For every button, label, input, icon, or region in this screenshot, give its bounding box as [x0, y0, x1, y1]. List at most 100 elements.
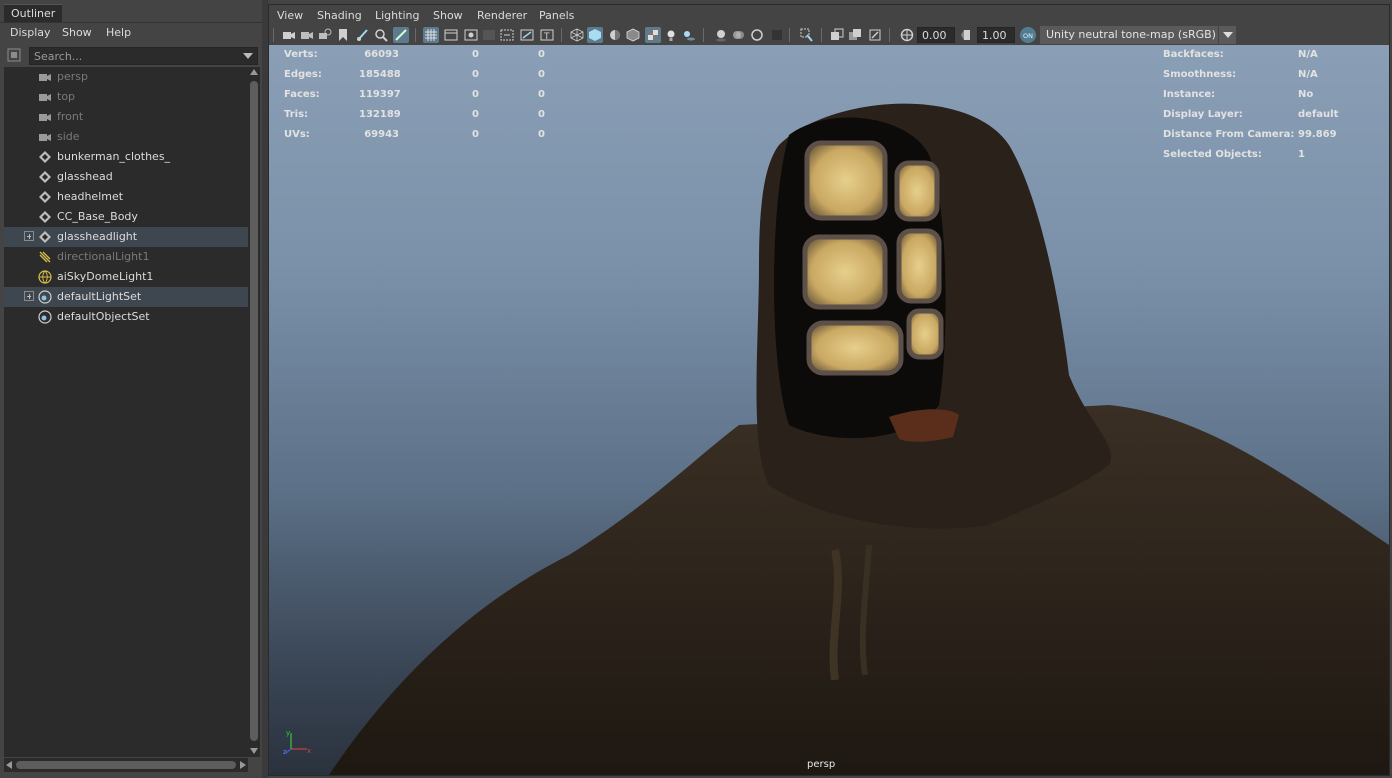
hud-stat-label: Edges: [284, 69, 322, 80]
toolbar-separator [561, 28, 562, 42]
menu-display[interactable]: Display [10, 26, 51, 39]
outliner-item-label: defaultObjectSet [57, 310, 150, 323]
scroll-down-icon[interactable] [250, 748, 258, 754]
menu-renderer[interactable]: Renderer [477, 9, 527, 22]
outliner-item-glassheadlight[interactable]: glassheadlight [4, 227, 248, 247]
default-material-icon[interactable] [607, 27, 623, 43]
exposure-icon[interactable] [899, 27, 915, 43]
filter-icon[interactable] [6, 47, 22, 63]
gate-mask-icon[interactable] [481, 27, 497, 43]
outliner-item-headhelmet[interactable]: headhelmet [4, 187, 248, 207]
hud-stat-label: Tris: [284, 109, 309, 120]
outliner-item-top[interactable]: top [4, 87, 248, 107]
color-management-toggle-icon[interactable]: ON [1020, 27, 1036, 43]
isolate-select-icon[interactable] [799, 27, 815, 43]
gamma-field[interactable]: 1.00 [977, 27, 1015, 43]
outliner-item-aiskydomelight1[interactable]: aiSkyDomeLight1 [4, 267, 248, 287]
outliner-search-row: Search... [0, 45, 262, 67]
scroll-up-icon[interactable] [250, 69, 258, 75]
select-camera-icon[interactable] [281, 27, 297, 43]
xray-active-components-icon[interactable] [847, 27, 863, 43]
use-all-lights-icon[interactable] [663, 27, 679, 43]
xray-icon[interactable] [829, 27, 845, 43]
hud-stat-selected: 0 [472, 69, 479, 80]
outliner-item-bunkerman-clothes[interactable]: bunkerman_clothes_ [4, 147, 248, 167]
wireframe-icon[interactable] [569, 27, 585, 43]
outliner-item-defaultlightset[interactable]: defaultLightSet [4, 287, 248, 307]
hud-stat-selected: 0 [472, 49, 479, 60]
safe-action-icon[interactable] [519, 27, 535, 43]
exposure-field[interactable]: 0.00 [917, 27, 955, 43]
film-gate-icon[interactable] [443, 27, 459, 43]
outliner-item-front[interactable]: front [4, 107, 248, 127]
outliner-item-directionallight1[interactable]: directionalLight1 [4, 247, 248, 267]
outliner-tab[interactable]: Outliner [4, 4, 63, 22]
depth-of-field-icon[interactable] [769, 27, 785, 43]
xray-joints-icon[interactable] [867, 27, 883, 43]
menu-lighting[interactable]: Lighting [375, 9, 419, 22]
outliner-vertical-scrollbar[interactable] [248, 67, 260, 757]
safe-title-icon[interactable]: T [539, 27, 555, 43]
scroll-left-icon[interactable] [6, 761, 12, 769]
screen-space-ao-icon[interactable] [713, 27, 729, 43]
2d-pan-zoom-icon[interactable] [393, 27, 409, 43]
outliner-item-label: CC_Base_Body [57, 210, 138, 223]
search-input[interactable]: Search... [29, 47, 258, 65]
outliner-horizontal-scrollbar[interactable] [4, 758, 248, 772]
hud-detail-value: default [1298, 109, 1339, 120]
outliner-item-side[interactable]: side [4, 127, 248, 147]
mesh-icon [39, 211, 51, 223]
field-chart-icon[interactable] [499, 27, 515, 43]
view-transform-dropdown-icon[interactable] [1218, 26, 1236, 44]
resolution-gate-icon[interactable] [463, 27, 479, 43]
menu-help[interactable]: Help [106, 26, 131, 39]
hud-detail-value: N/A [1298, 49, 1318, 60]
camera-attributes-icon[interactable] [299, 27, 315, 43]
view-transform-select[interactable]: Unity neutral tone-map (sRGB) [1040, 26, 1236, 44]
bookmark-icon[interactable] [335, 27, 351, 43]
outliner-item-persp[interactable]: persp [4, 67, 248, 87]
hud-detail-value: 99.869 [1298, 129, 1337, 140]
menu-shading[interactable]: Shading [317, 9, 362, 22]
bookmark-camera-icon[interactable] [317, 27, 333, 43]
mesh-icon [39, 171, 51, 183]
smooth-shade-icon[interactable] [587, 27, 603, 43]
hud-stat-value: 132189 [359, 109, 401, 120]
hud-stat-value: 185488 [359, 69, 401, 80]
mesh-icon [39, 191, 51, 203]
anti-aliasing-icon[interactable] [749, 27, 765, 43]
textured-icon[interactable] [645, 27, 661, 43]
motion-blur-icon[interactable] [731, 27, 747, 43]
hud-detail-label: Display Layer: [1163, 109, 1243, 120]
svg-text:x: x [307, 747, 311, 755]
outliner-panel: Outliner Display Show Help Search... per… [0, 0, 262, 778]
menu-show[interactable]: Show [62, 26, 92, 39]
wireframe-on-shaded-icon[interactable] [625, 27, 641, 43]
outliner-menubar: Display Show Help [0, 22, 262, 42]
toolbar-separator [821, 28, 822, 42]
outliner-item-cc-base-body[interactable]: CC_Base_Body [4, 207, 248, 227]
shadows-icon[interactable] [681, 27, 697, 43]
set-icon [38, 310, 52, 324]
view-axis-icon: y x z [283, 729, 311, 755]
outliner-item-glasshead[interactable]: glasshead [4, 167, 248, 187]
outliner-item-label: directionalLight1 [57, 250, 150, 263]
maya-window: Outliner Display Show Help Search... per… [0, 0, 1392, 778]
gamma-icon[interactable] [959, 27, 975, 43]
pan-zoom-icon[interactable] [373, 27, 389, 43]
3d-viewport[interactable]: Verts: 66093 0 0 Edges: 185488 0 0 Faces: 119397 0… [269, 45, 1389, 775]
expand-icon[interactable] [24, 231, 34, 241]
scroll-right-icon[interactable] [240, 761, 246, 769]
outliner-item-label: top [57, 90, 76, 103]
scroll-thumb[interactable] [250, 81, 258, 741]
menu-view[interactable]: View [277, 9, 303, 22]
expand-icon[interactable] [24, 291, 34, 301]
viewport-menubar: View Shading Lighting Show Renderer Pane… [269, 5, 1389, 25]
menu-panels[interactable]: Panels [539, 9, 574, 22]
search-options-icon[interactable] [243, 53, 253, 59]
grease-pencil-icon[interactable] [355, 27, 371, 43]
scroll-thumb-horizontal[interactable] [16, 761, 236, 769]
outliner-item-defaultobjectset[interactable]: defaultObjectSet [4, 307, 248, 327]
menu-show-viewport[interactable]: Show [433, 9, 463, 22]
grid-icon[interactable] [423, 27, 439, 43]
